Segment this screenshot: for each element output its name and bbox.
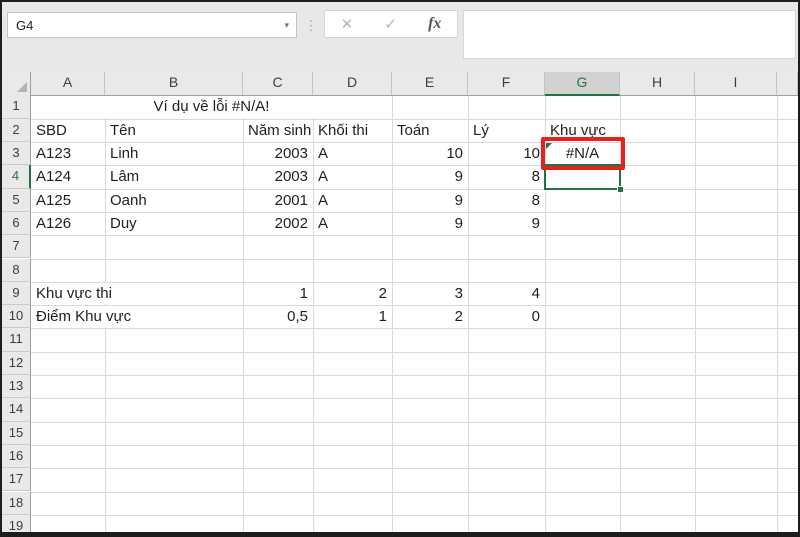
column-header-E[interactable]: E: [392, 72, 468, 95]
row-header-5[interactable]: 5: [2, 189, 31, 212]
column-header-D[interactable]: D: [313, 72, 392, 95]
formula-buttons: ✕ ✓ fx: [324, 10, 458, 38]
gridline: [31, 468, 798, 469]
cell-D10[interactable]: 1: [314, 306, 391, 327]
cell-F6[interactable]: 9: [469, 213, 544, 234]
column-header-A[interactable]: A: [31, 72, 105, 95]
row-header-16[interactable]: 16: [2, 445, 31, 468]
cell-F3[interactable]: 10: [469, 143, 544, 164]
cell-E6[interactable]: 9: [393, 213, 467, 234]
cell-C6[interactable]: 2002: [244, 213, 312, 234]
column-header-I[interactable]: I: [695, 72, 777, 95]
cell-F4[interactable]: 8: [469, 166, 544, 187]
gridline: [31, 422, 798, 423]
cell-A10[interactable]: Điểm Khu vực: [32, 306, 242, 327]
gridline: [31, 375, 798, 376]
cell-C10[interactable]: 0,5: [244, 306, 312, 327]
gridline: [777, 95, 778, 532]
column-header-B[interactable]: B: [105, 72, 243, 95]
formula-bar-input[interactable]: [463, 10, 796, 59]
gridline: [31, 398, 798, 399]
gridline: [31, 445, 798, 446]
name-box[interactable]: G4 ▾: [7, 12, 297, 38]
cell-A9[interactable]: Khu vực thi: [32, 283, 242, 304]
formula-bar-handle-icon[interactable]: ⋮: [304, 18, 318, 32]
cell-E2[interactable]: Toán: [393, 120, 467, 141]
cell-E10[interactable]: 2: [393, 306, 467, 327]
column-header-partial[interactable]: [777, 72, 798, 95]
cell-C4[interactable]: 2003: [244, 166, 312, 187]
cell-A2[interactable]: SBD: [32, 120, 104, 141]
cell-F5[interactable]: 8: [469, 190, 544, 211]
cell-C5[interactable]: 2001: [244, 190, 312, 211]
cell-C9[interactable]: 1: [244, 283, 312, 304]
cell-D6[interactable]: A: [314, 213, 391, 234]
cell-C2[interactable]: Năm sinh: [244, 120, 312, 141]
gridline: [31, 259, 798, 260]
cell-A3[interactable]: A123: [32, 143, 104, 164]
cell-A5[interactable]: A125: [32, 190, 104, 211]
cell-B2[interactable]: Tên: [106, 120, 242, 141]
cell-D3[interactable]: A: [314, 143, 391, 164]
column-header-C[interactable]: C: [243, 72, 313, 95]
cell-D4[interactable]: A: [314, 166, 391, 187]
cell-A6[interactable]: A126: [32, 213, 104, 234]
row-header-3[interactable]: 3: [2, 142, 31, 165]
cell-E9[interactable]: 3: [393, 283, 467, 304]
gridline: [31, 352, 798, 353]
cell-A4[interactable]: A124: [32, 166, 104, 187]
enter-icon[interactable]: ✓: [384, 15, 397, 33]
excel-window: G4 ▾ ⋮ ✕ ✓ fx ABCDEFGHI12345678910111213…: [0, 0, 800, 537]
gridline: [31, 328, 798, 329]
cell-F2[interactable]: Lý: [469, 120, 544, 141]
error-annotation-box: [541, 137, 625, 170]
row-header-13[interactable]: 13: [2, 375, 31, 398]
insert-function-icon[interactable]: fx: [428, 15, 441, 33]
cell-D5[interactable]: A: [314, 190, 391, 211]
row-header-9[interactable]: 9: [2, 282, 31, 305]
row-header-2[interactable]: 2: [2, 119, 31, 142]
cell-D2[interactable]: Khối thi: [314, 120, 391, 141]
sheet-grid[interactable]: ABCDEFGHI12345678910111213141516171819Ví…: [2, 72, 798, 532]
cell-E3[interactable]: 10: [393, 143, 467, 164]
row-header-17[interactable]: 17: [2, 468, 31, 491]
gridline: [31, 492, 798, 493]
gridline: [31, 515, 798, 516]
column-header-F[interactable]: F: [468, 72, 545, 95]
column-header-G[interactable]: G: [545, 72, 620, 96]
fill-handle[interactable]: [617, 186, 624, 193]
row-header-11[interactable]: 11: [2, 328, 31, 351]
cell-D9[interactable]: 2: [314, 283, 391, 304]
row-header-14[interactable]: 14: [2, 398, 31, 421]
gridline: [31, 235, 798, 236]
row-header-10[interactable]: 10: [2, 305, 31, 328]
cell-E4[interactable]: 9: [393, 166, 467, 187]
chevron-down-icon[interactable]: ▾: [284, 20, 296, 31]
row-header-4[interactable]: 4: [2, 165, 31, 188]
row-header-18[interactable]: 18: [2, 492, 31, 515]
cell-F9[interactable]: 4: [469, 283, 544, 304]
column-header-H[interactable]: H: [620, 72, 695, 95]
name-box-value: G4: [8, 18, 284, 33]
cell-B4[interactable]: Lâm: [106, 166, 242, 187]
cell-B3[interactable]: Linh: [106, 143, 242, 164]
gridline: [695, 95, 696, 532]
row-header-12[interactable]: 12: [2, 352, 31, 375]
row-header-8[interactable]: 8: [2, 259, 31, 282]
row-header-6[interactable]: 6: [2, 212, 31, 235]
row-header-15[interactable]: 15: [2, 422, 31, 445]
row-header-19[interactable]: 19: [2, 515, 31, 532]
row-header-7[interactable]: 7: [2, 235, 31, 258]
formula-toolbar: G4 ▾ ⋮ ✕ ✓ fx: [2, 2, 798, 72]
cell-B6[interactable]: Duy: [106, 213, 242, 234]
cell-E5[interactable]: 9: [393, 190, 467, 211]
cancel-icon[interactable]: ✕: [341, 15, 354, 33]
row-header-1[interactable]: 1: [2, 95, 31, 118]
select-all-triangle-icon: [17, 82, 27, 92]
cell-A1[interactable]: Ví dụ về lỗi #N/A!: [32, 96, 391, 117]
select-all-corner[interactable]: [2, 72, 31, 95]
cell-C3[interactable]: 2003: [244, 143, 312, 164]
cell-F10[interactable]: 0: [469, 306, 544, 327]
cell-B5[interactable]: Oanh: [106, 190, 242, 211]
